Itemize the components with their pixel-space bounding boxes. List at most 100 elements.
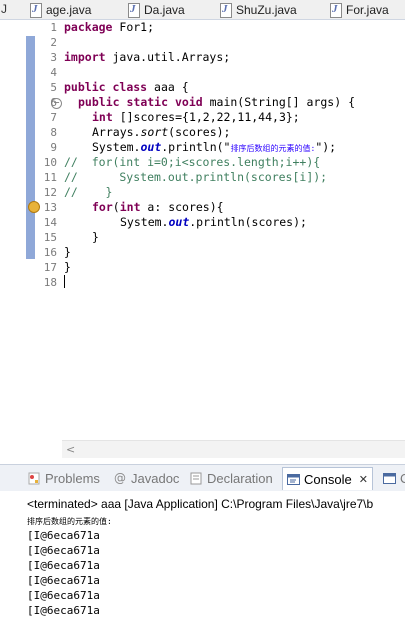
code-line: } [64, 260, 71, 274]
java-file-icon: J [126, 2, 140, 18]
line-number: 12 [43, 186, 57, 199]
horizontal-scrollbar[interactable]: < [62, 440, 405, 458]
tab-label: Console [304, 471, 352, 487]
console-icon [287, 473, 300, 486]
code-text: ( [112, 200, 120, 214]
code-text: aaa { [147, 80, 189, 94]
line-number: 2 [50, 36, 57, 49]
tab-label: ShuZu.java [236, 2, 297, 17]
code-line: Arrays.sort(scores); [92, 125, 230, 140]
keyword: int [92, 110, 113, 124]
tab-label: Da.java [144, 2, 185, 17]
code-line: public class aaa { [64, 80, 189, 95]
scroll-left-icon[interactable]: < [66, 443, 75, 456]
tab-age-java[interactable]: J age.java [28, 0, 91, 19]
console-output-line: [I@6eca671a [27, 544, 100, 557]
view-tab-bar: Problems @ Javadoc Declaration Console ✕… [0, 464, 405, 492]
line-number: 6 [50, 96, 57, 109]
problems-icon [28, 472, 41, 485]
line-number: 15 [43, 231, 57, 244]
code-text: .println(" [161, 140, 231, 154]
line-number: 1 [50, 21, 57, 34]
line-number: 16 [43, 246, 57, 259]
code-text: java.util.Arrays; [105, 50, 231, 64]
line-number: 18 [43, 276, 57, 289]
line-number: 9 [50, 141, 57, 154]
left-panel [0, 20, 24, 460]
tab-label: Declaration [207, 470, 273, 486]
java-file-icon: J [218, 2, 232, 18]
tab-problems[interactable]: Problems [28, 469, 100, 487]
keyword: static [126, 95, 169, 109]
tab-label: For.java [346, 2, 389, 17]
code-text: a: scores){ [140, 200, 224, 214]
code-text: main(String[] args) { [202, 95, 355, 109]
code-line: import java.util.Arrays; [64, 50, 230, 65]
editor-tab-bar: J J age.java J Da.java J ShuZu.java J Fo… [0, 0, 405, 20]
code-line: public static void main(String[] args) { [78, 95, 355, 110]
left-panel-fragment: J [1, 2, 7, 16]
keyword: public [78, 95, 120, 109]
code-line: System.out.println(scores); [120, 215, 307, 230]
line-number: 11 [43, 171, 57, 184]
keyword: import [64, 50, 106, 64]
keyword: class [112, 80, 148, 94]
tab-console[interactable]: Console ✕ [282, 467, 373, 490]
line-number: 4 [50, 66, 57, 79]
code-line: int []scores={1,2,22,11,44,3}; [92, 110, 300, 125]
code-text: System. [120, 215, 169, 229]
console-output-line: [I@6eca671a [27, 559, 100, 572]
keyword: int [119, 200, 141, 214]
static-field: out [168, 215, 190, 229]
code-line: } [64, 245, 71, 259]
code-text: .println(scores); [189, 215, 307, 229]
console-output-line: 排序后数组的元素的值: [27, 517, 112, 526]
tab-label: C [400, 470, 405, 486]
tab-shuzu-java[interactable]: J ShuZu.java [218, 0, 297, 19]
console-icon [383, 472, 396, 485]
tab-label: age.java [46, 2, 92, 17]
tab-overflow[interactable]: C [383, 469, 405, 487]
terminated-status: <terminated> aaa [Java Application] C:\P… [27, 497, 374, 511]
code-line: } [92, 230, 99, 244]
close-icon[interactable]: ✕ [359, 473, 368, 486]
code-text: For1; [112, 20, 155, 34]
change-marker [26, 97, 35, 259]
line-number: 10 [43, 156, 57, 169]
code-line: package For1; [64, 20, 154, 35]
code-line: System.out.println("排序后数组的元素的值:"); [92, 140, 336, 155]
tab-da-java[interactable]: J Da.java [126, 0, 185, 19]
line-number: 14 [43, 216, 57, 229]
code-text: []scores={1,2,22,11,44,3}; [112, 110, 300, 124]
line-number: 8 [50, 126, 57, 139]
tab-label: Javadoc [131, 470, 180, 486]
tab-for-java[interactable]: J For.java [328, 0, 389, 19]
line-number: 5 [50, 81, 57, 94]
keyword: public [64, 80, 106, 94]
tab-declaration[interactable]: Declaration [190, 469, 273, 487]
line-number: 3 [50, 51, 57, 64]
java-file-icon: J [28, 2, 42, 18]
tab-label: Problems [45, 470, 100, 486]
keyword: package [64, 20, 113, 34]
line-number: 7 [50, 111, 57, 124]
line-number: 17 [43, 261, 57, 274]
code-line: // System.out.println(scores[i]); [64, 170, 328, 184]
declaration-icon [190, 472, 203, 485]
code-text: (scores); [168, 125, 231, 139]
static-method: sort [140, 125, 169, 139]
string-literal: 排序后数组的元素的值: [230, 144, 316, 153]
keyword: for [92, 200, 113, 214]
line-number: 13 [43, 201, 57, 214]
change-marker [26, 36, 35, 100]
console-output-line: [I@6eca671a [27, 604, 100, 617]
code-text: System. [92, 140, 141, 154]
java-file-icon: J [328, 2, 342, 18]
keyword: void [174, 95, 203, 109]
tab-javadoc[interactable]: @ Javadoc [114, 469, 179, 487]
at-icon: @ [114, 470, 126, 485]
static-field: out [140, 140, 162, 154]
console-output-line: [I@6eca671a [27, 529, 100, 542]
code-line: // for(int i=0;i<scores.length;i++){ [64, 155, 321, 169]
text-cursor [64, 275, 65, 288]
